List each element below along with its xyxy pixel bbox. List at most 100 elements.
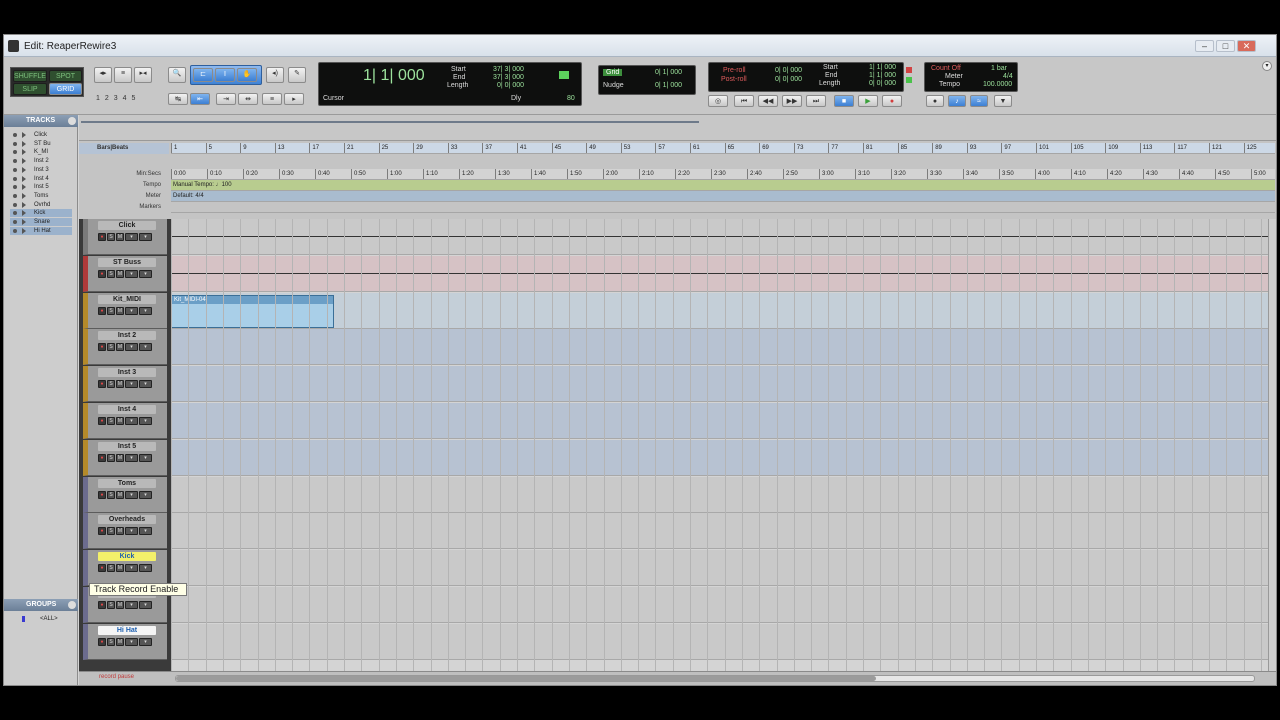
solo-button[interactable]: S [107, 527, 115, 536]
show-hide-icon[interactable] [13, 133, 17, 137]
track-name[interactable]: Hi Hat [98, 625, 156, 635]
shuffle-mode-button[interactable]: SHUFFLE [13, 70, 47, 82]
rewind-button[interactable]: ◀◀ [758, 95, 778, 107]
record-enable-button[interactable]: ● [98, 564, 106, 573]
solo-button[interactable]: S [107, 564, 115, 573]
show-hide-icon[interactable] [13, 176, 17, 181]
track-name[interactable]: Inst 3 [98, 368, 156, 378]
timebase-selector[interactable]: ▾ [139, 343, 152, 352]
view-selector[interactable]: ▾ [125, 637, 138, 646]
track-header[interactable]: Hi Hat ● S M ▾ ▾ [83, 623, 167, 660]
zoom-in-button[interactable]: ▸◂ [134, 67, 152, 83]
scroll-thumb[interactable] [176, 676, 876, 681]
insertion-follows-button[interactable]: ⇹ [238, 93, 258, 105]
solo-button[interactable]: S [107, 269, 115, 278]
meter-ruler[interactable]: Default: 4/4 [171, 191, 1275, 202]
mute-button[interactable]: M [116, 233, 124, 241]
timebase-selector[interactable]: ▾ [139, 269, 152, 278]
track-lane[interactable] [171, 513, 1268, 550]
maximize-button[interactable]: □ [1216, 40, 1235, 52]
tracklist-item[interactable]: ST Bu [10, 140, 72, 148]
mute-button[interactable]: M [116, 527, 124, 536]
midi-merge-button[interactable]: ● [926, 95, 944, 107]
bars-ruler-label[interactable]: Bars|Beats [79, 143, 169, 154]
timebase-selector[interactable]: ▾ [139, 453, 152, 462]
timebase-selector[interactable]: ▾ [139, 490, 152, 499]
return-to-zero-button[interactable]: ⏮ [734, 95, 754, 107]
view-selector[interactable]: ▾ [125, 490, 138, 499]
tracklist-item[interactable]: K_MI [10, 148, 72, 156]
zoom-preset-3[interactable]: 3 [114, 95, 118, 102]
scrubber-icon[interactable]: ◂) [266, 67, 284, 83]
online-button[interactable]: ◎ [708, 95, 728, 107]
timebase-selector[interactable]: ▾ [139, 233, 152, 241]
conductor-button[interactable]: ♪ [948, 95, 966, 107]
window-menu-icon[interactable]: ▾ [1262, 61, 1272, 71]
view-selector[interactable]: ▾ [125, 233, 138, 241]
markers-ruler[interactable] [171, 202, 1275, 213]
show-hide-icon[interactable] [13, 141, 17, 146]
track-header[interactable]: Kick ● S M ▾ ▾ [83, 550, 167, 587]
record-enable-button[interactable]: ● [98, 417, 106, 425]
pencil-tool[interactable]: ✎ [288, 67, 306, 83]
solo-button[interactable]: S [107, 233, 115, 241]
tempo-value[interactable]: 100.0000 [983, 81, 1012, 88]
track-header[interactable]: Click ● S M ▾ ▾ [83, 219, 167, 255]
go-to-end-button[interactable]: ⏭ [806, 95, 826, 107]
track-name[interactable]: Click [98, 221, 156, 230]
tracklist-item[interactable]: Toms [10, 192, 72, 200]
show-hide-icon[interactable] [13, 193, 17, 198]
close-button[interactable]: ✕ [1237, 40, 1256, 52]
view-selector[interactable]: ▾ [125, 269, 138, 278]
solo-button[interactable]: S [107, 380, 115, 389]
record-enable-button[interactable]: ● [98, 233, 106, 241]
track-header[interactable]: Toms ● S M ▾ ▾ [83, 476, 167, 513]
mute-button[interactable]: M [116, 564, 124, 573]
count-off-bars[interactable]: 1 bar [991, 65, 1007, 72]
tracks-menu-icon[interactable] [68, 117, 76, 125]
tracklist-item[interactable]: Snare [10, 218, 72, 226]
record-enable-button[interactable]: ● [98, 527, 106, 536]
timebase-selector[interactable]: ▾ [139, 564, 152, 573]
grid-value[interactable]: 0| 1| 000 [655, 69, 682, 76]
track-lane[interactable] [171, 587, 1268, 623]
zoom-preset-1[interactable]: 1 [96, 95, 100, 102]
show-hide-icon[interactable] [13, 228, 17, 233]
track-lane[interactable]: Kit_MIDI-04 [171, 292, 1268, 329]
transport-length-value[interactable]: 0| 0| 000 [869, 80, 896, 87]
timebase-selector[interactable]: ▾ [139, 417, 152, 425]
meter-ruler-label[interactable]: Meter [79, 191, 169, 202]
transport-start-value[interactable]: 1| 1| 000 [869, 64, 896, 71]
record-enable-button[interactable]: ● [98, 343, 106, 352]
mute-button[interactable]: M [116, 380, 124, 389]
show-hide-icon[interactable] [13, 202, 17, 207]
mute-button[interactable]: M [116, 269, 124, 278]
zoom-out-button[interactable]: ◂▸ [94, 67, 112, 83]
show-hide-icon[interactable] [13, 159, 17, 164]
record-enable-button[interactable]: ● [98, 637, 106, 646]
record-enable-button[interactable]: ● [98, 453, 106, 462]
view-selector[interactable]: ▾ [125, 306, 138, 315]
show-hide-icon[interactable] [13, 220, 17, 224]
minsecs-ruler[interactable]: 0:00 0:10 0:20 0:30 0:40 0:50 1:00 1:10 1:20 1:30… [171, 169, 1275, 180]
tempo-ruler[interactable]: Manual Tempo: ♩100 [171, 180, 1275, 191]
tracklist-item[interactable]: Inst 5 [10, 183, 72, 191]
record-enable-button[interactable]: ● [98, 490, 106, 499]
tempo-ruler-button[interactable]: ≈ [970, 95, 988, 107]
show-hide-icon[interactable] [13, 211, 17, 216]
track-header[interactable]: ST Buss ● S M ▾ ▾ [83, 255, 167, 292]
tab-to-transient-button[interactable]: ↹ [168, 93, 188, 105]
zoom-preset-2[interactable]: 2 [105, 95, 109, 102]
grabber-tool[interactable]: ✋ [237, 68, 257, 82]
track-header[interactable]: Inst 3 ● S M ▾ ▾ [83, 366, 167, 403]
track-name[interactable]: Overheads [98, 515, 156, 525]
keyboard-focus-button[interactable]: ▸ [284, 93, 304, 105]
zoom-preset-5[interactable]: 5 [131, 95, 135, 102]
timebase-selector[interactable]: ▾ [139, 380, 152, 389]
timebase-selector[interactable]: ▾ [139, 601, 152, 609]
view-selector[interactable]: ▾ [125, 343, 138, 352]
start-value[interactable]: 37| 3| 000 [493, 66, 524, 73]
mute-button[interactable]: M [116, 306, 124, 315]
timebase-selector[interactable]: ▾ [139, 527, 152, 536]
metronome-icon[interactable]: ▼ [994, 95, 1012, 107]
